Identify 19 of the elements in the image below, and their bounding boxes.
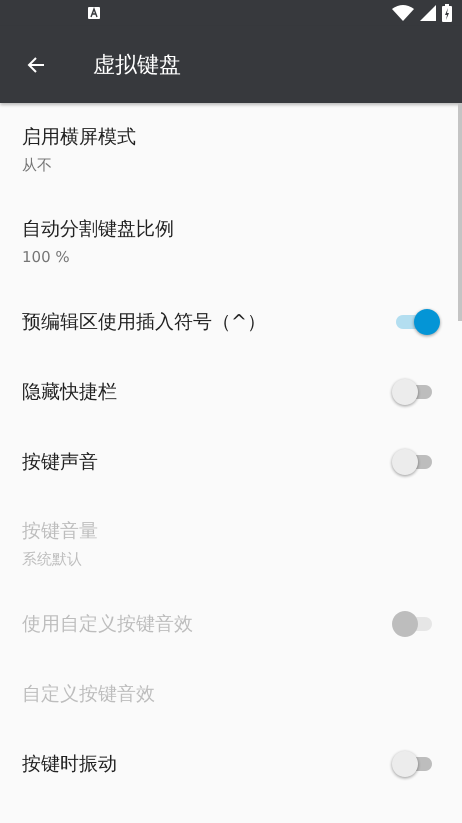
- setting-summary: 100 %: [22, 248, 71, 266]
- setting-title: 自动分割键盘比例: [22, 217, 175, 242]
- setting-title: 启用横屏模式: [22, 124, 137, 150]
- keyboard-notification-icon: [88, 7, 100, 19]
- setting-summary: 从不: [22, 156, 53, 174]
- back-arrow-icon: [27, 56, 45, 74]
- setting-title: 预编辑区使用插入符号（^）: [22, 310, 267, 335]
- setting-title: 使用自定义按键音效: [22, 612, 194, 637]
- setting-summary: 系统默认: [22, 550, 83, 568]
- setting-title: 自定义按键音效: [22, 682, 156, 707]
- scrollbar[interactable]: [458, 103, 462, 321]
- setting-title: 按键声音: [22, 450, 99, 475]
- setting-title: 隐藏快捷栏: [22, 380, 118, 405]
- setting-title: 按键音量: [22, 518, 99, 544]
- signal-icon: [420, 5, 436, 21]
- page-title: 虚拟键盘: [93, 52, 181, 80]
- wifi-icon: [392, 5, 414, 21]
- setting-title: 按键时振动: [22, 752, 118, 777]
- battery-charging-icon: [442, 4, 452, 22]
